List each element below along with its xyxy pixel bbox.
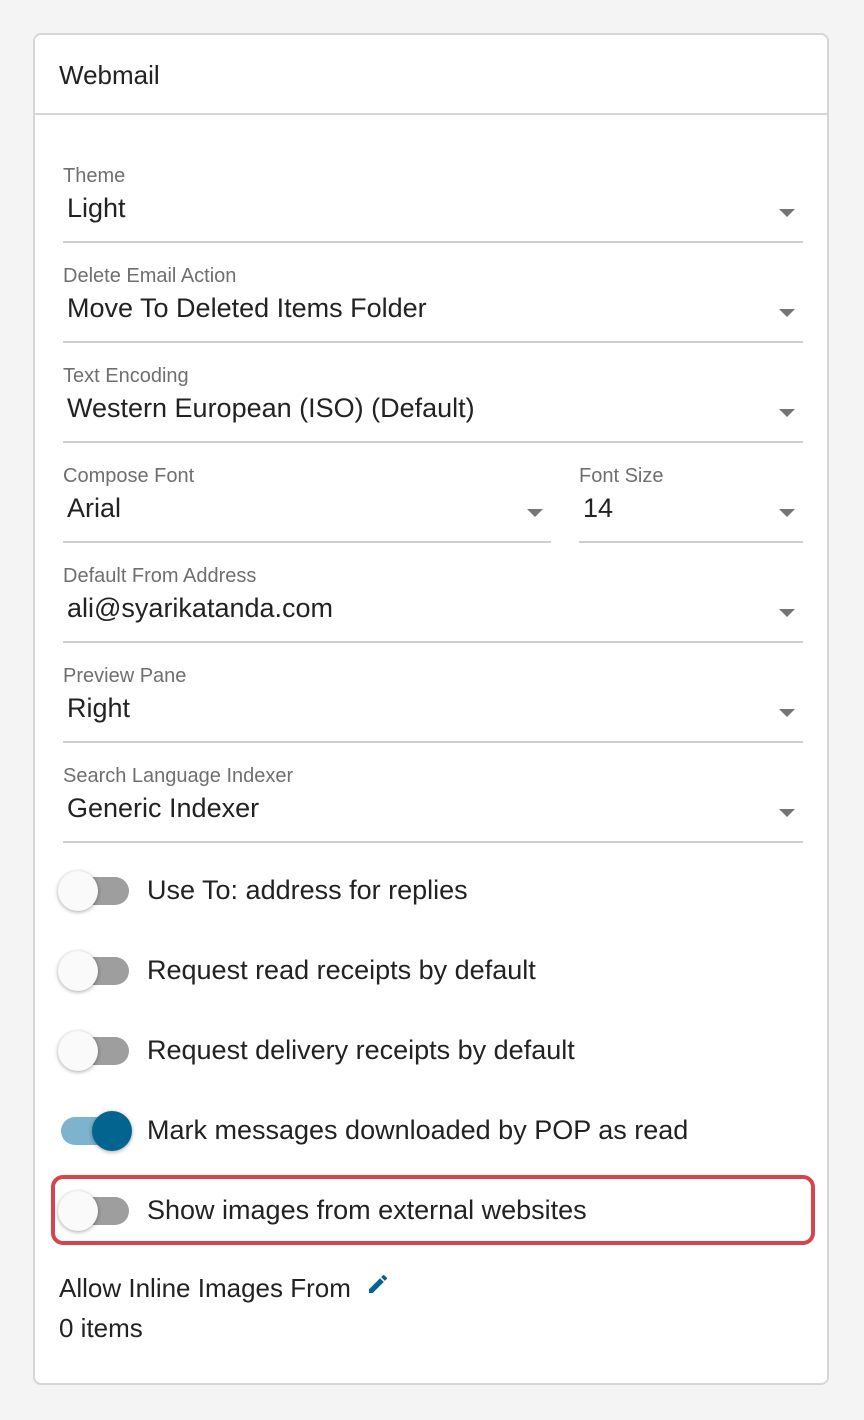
theme-select[interactable]: Theme Light [63, 165, 803, 243]
font-size-label: Font Size [579, 465, 664, 487]
default-from-address-value: ali@syarikatanda.com [67, 593, 334, 623]
caret-down-icon [779, 309, 795, 317]
switch-knob [92, 1111, 132, 1151]
pop-mark-read-label: Mark messages downloaded by POP as read [147, 1115, 689, 1145]
text-encoding-select[interactable]: Text Encoding Western European (ISO) (De… [63, 365, 803, 443]
switch-knob [58, 951, 98, 991]
use-to-address-switch[interactable] [58, 871, 129, 911]
default-from-address-label: Default From Address [63, 565, 257, 587]
switch-knob [58, 1191, 98, 1231]
caret-down-icon [779, 609, 795, 617]
preview-pane-label: Preview Pane [63, 665, 187, 687]
card-title: Webmail [59, 60, 160, 90]
inline-images-count: 0 items [59, 1313, 143, 1343]
switch-knob [58, 1031, 98, 1071]
toggle-row-delivery-receipts: Request delivery receipts by default [58, 1021, 799, 1081]
read-receipts-label: Request read receipts by default [147, 955, 536, 985]
search-language-indexer-select[interactable]: Search Language Indexer Generic Indexer [63, 765, 803, 843]
use-to-address-label: Use To: address for replies [147, 875, 468, 905]
search-language-indexer-value: Generic Indexer [67, 793, 260, 823]
default-from-address-select[interactable]: Default From Address ali@syarikatanda.co… [63, 565, 803, 643]
external-images-label: Show images from external websites [147, 1195, 587, 1225]
toggle-row-read-receipts: Request read receipts by default [58, 941, 799, 1001]
text-encoding-label: Text Encoding [63, 365, 189, 387]
search-language-indexer-label: Search Language Indexer [63, 765, 294, 787]
theme-value: Light [67, 193, 126, 223]
read-receipts-switch[interactable] [58, 951, 129, 991]
allow-inline-images-title: Allow Inline Images From [59, 1273, 351, 1303]
pop-mark-read-switch[interactable] [61, 1111, 132, 1151]
webmail-settings-card: Webmail Theme Light Delete Email Action … [33, 33, 829, 1385]
switch-knob [58, 871, 98, 911]
allow-inline-images-heading: Allow Inline Images From [59, 1273, 390, 1304]
compose-font-select[interactable]: Compose Font Arial [63, 465, 551, 543]
delivery-receipts-label: Request delivery receipts by default [147, 1035, 575, 1065]
pencil-icon[interactable] [366, 1272, 390, 1303]
toggle-row-external-images: Show images from external websites [58, 1181, 799, 1241]
toggle-row-use-to-address: Use To: address for replies [58, 861, 799, 921]
font-size-select[interactable]: Font Size 14 [579, 465, 803, 543]
caret-down-icon [779, 709, 795, 717]
compose-font-value: Arial [67, 493, 122, 523]
caret-down-icon [527, 509, 543, 517]
card-header: Webmail [35, 35, 827, 115]
theme-label: Theme [63, 165, 126, 187]
compose-font-label: Compose Font [63, 465, 195, 487]
caret-down-icon [779, 809, 795, 817]
preview-pane-select[interactable]: Preview Pane Right [63, 665, 803, 743]
toggle-row-pop-mark-read: Mark messages downloaded by POP as read [59, 1101, 799, 1161]
caret-down-icon [779, 409, 795, 417]
caret-down-icon [779, 509, 795, 517]
delivery-receipts-switch[interactable] [58, 1031, 129, 1071]
caret-down-icon [779, 209, 795, 217]
delete-email-action-value: Move To Deleted Items Folder [67, 293, 427, 323]
external-images-switch[interactable] [58, 1191, 129, 1231]
delete-email-action-label: Delete Email Action [63, 265, 237, 287]
preview-pane-value: Right [67, 693, 131, 723]
delete-email-action-select[interactable]: Delete Email Action Move To Deleted Item… [63, 265, 803, 343]
font-size-value: 14 [583, 493, 614, 523]
text-encoding-value: Western European (ISO) (Default) [67, 393, 475, 423]
